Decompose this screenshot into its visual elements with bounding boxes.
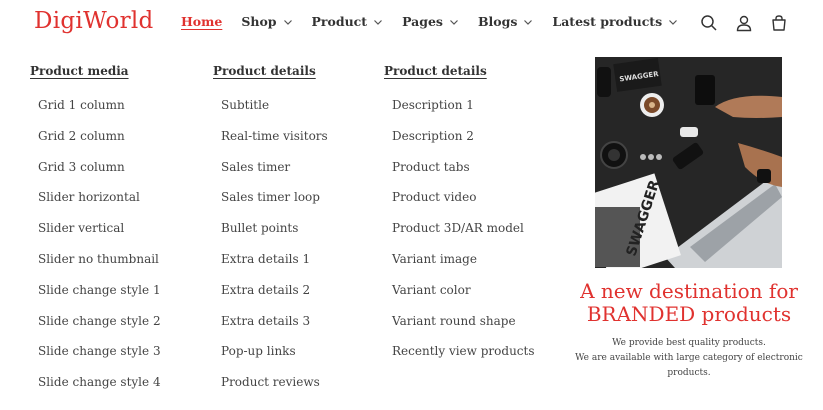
nav-item-shop[interactable]: Shop [241, 14, 292, 29]
nav-item-product[interactable]: Product [312, 14, 384, 29]
menu-link[interactable]: Sales timer [221, 160, 328, 191]
menu-link[interactable]: Grid 2 column [38, 129, 161, 160]
promo-text-line: products. [667, 368, 711, 378]
promo-text-line: We provide best quality products. [612, 338, 766, 348]
column-heading[interactable]: Product details [384, 64, 535, 78]
column-heading[interactable]: Product media [30, 64, 161, 78]
promo-title-line: A new destination for [580, 279, 798, 303]
cart-icon [772, 15, 786, 31]
site-logo[interactable]: DigiWorld [34, 8, 154, 34]
menu-link[interactable]: Real-time visitors [221, 129, 328, 160]
search-button[interactable] [698, 12, 720, 34]
menu-link[interactable]: Extra details 1 [221, 252, 328, 283]
menu-link[interactable]: Grid 1 column [38, 98, 161, 129]
menu-link[interactable]: Variant image [392, 252, 535, 283]
menu-column-product-media: Product media Grid 1 column Grid 2 colum… [30, 64, 161, 406]
menu-column-product-details-1: Product details Subtitle Real-time visit… [213, 64, 328, 406]
menu-link[interactable]: Slide change style 2 [38, 314, 161, 345]
column-heading[interactable]: Product details [213, 64, 328, 78]
chevron-down-icon [283, 19, 292, 25]
column-list: Grid 1 column Grid 2 column Grid 3 colum… [38, 98, 161, 406]
chevron-down-icon [524, 19, 533, 25]
promo-image[interactable]: SWAGGER SWAGGER [595, 57, 782, 268]
menu-link[interactable]: Grid 3 column [38, 160, 161, 191]
search-icon [701, 15, 717, 31]
chevron-down-icon [450, 19, 458, 25]
menu-link[interactable]: Extra details 2 [221, 283, 328, 314]
nav-label: Home [181, 14, 223, 29]
menu-link[interactable]: Slide change style 3 [38, 344, 161, 375]
menu-link[interactable]: Product tabs [392, 160, 535, 191]
menu-link[interactable]: Variant round shape [392, 314, 535, 345]
menu-link[interactable]: Variant color [392, 283, 535, 314]
promo-text-line: We are available with large category of … [575, 353, 803, 363]
menu-link[interactable]: Extra details 3 [221, 314, 328, 345]
promo-description: We provide best quality products. We are… [560, 336, 818, 381]
menu-link[interactable]: Slider vertical [38, 221, 161, 252]
menu-link[interactable]: Recently view products [392, 344, 535, 375]
nav-item-home[interactable]: Home [181, 14, 222, 29]
menu-link[interactable]: Sales timer loop [221, 190, 328, 221]
menu-link[interactable]: Slide change style 1 [38, 283, 161, 314]
account-button[interactable] [733, 12, 755, 34]
main-nav: Home Shop Product Pages Blogs Latest pro… [181, 14, 697, 29]
chevron-down-icon [669, 19, 678, 25]
nav-item-blogs[interactable]: Blogs [478, 14, 533, 29]
menu-link[interactable]: Product reviews [221, 375, 328, 406]
column-list: Description 1 Description 2 Product tabs… [392, 98, 535, 375]
nav-label: Pages [402, 14, 443, 29]
menu-link[interactable]: Slide change style 4 [38, 375, 161, 406]
menu-link[interactable]: Subtitle [221, 98, 328, 129]
chevron-down-icon [374, 19, 383, 25]
menu-link[interactable]: Product 3D/AR model [392, 221, 535, 252]
promo-title-line: BRANDED products [586, 302, 792, 326]
nav-label: Product [311, 14, 368, 29]
menu-link[interactable]: Slider no thumbnail [38, 252, 161, 283]
cart-button[interactable] [768, 12, 790, 34]
nav-item-latest-products[interactable]: Latest products [552, 14, 678, 29]
site-header: DigiWorld Home Shop Product Pages Blogs … [0, 0, 823, 46]
promo-photo: SWAGGER SWAGGER [595, 57, 782, 268]
menu-column-product-details-2: Product details Description 1 Descriptio… [384, 64, 535, 375]
header-icons [698, 12, 803, 34]
nav-label: Latest products [552, 14, 663, 29]
nav-label: Blogs [477, 14, 518, 29]
promo-title: A new destination for BRANDED products [560, 280, 818, 326]
menu-link[interactable]: Product video [392, 190, 535, 221]
menu-link[interactable]: Bullet points [221, 221, 328, 252]
menu-link[interactable]: Description 2 [392, 129, 535, 160]
nav-label: Shop [241, 14, 277, 29]
nav-item-pages[interactable]: Pages [402, 14, 459, 29]
account-icon [736, 15, 752, 32]
column-list: Subtitle Real-time visitors Sales timer … [221, 98, 328, 406]
menu-link[interactable]: Slider horizontal [38, 190, 161, 221]
menu-link[interactable]: Pop-up links [221, 344, 328, 375]
menu-link[interactable]: Description 1 [392, 98, 535, 129]
